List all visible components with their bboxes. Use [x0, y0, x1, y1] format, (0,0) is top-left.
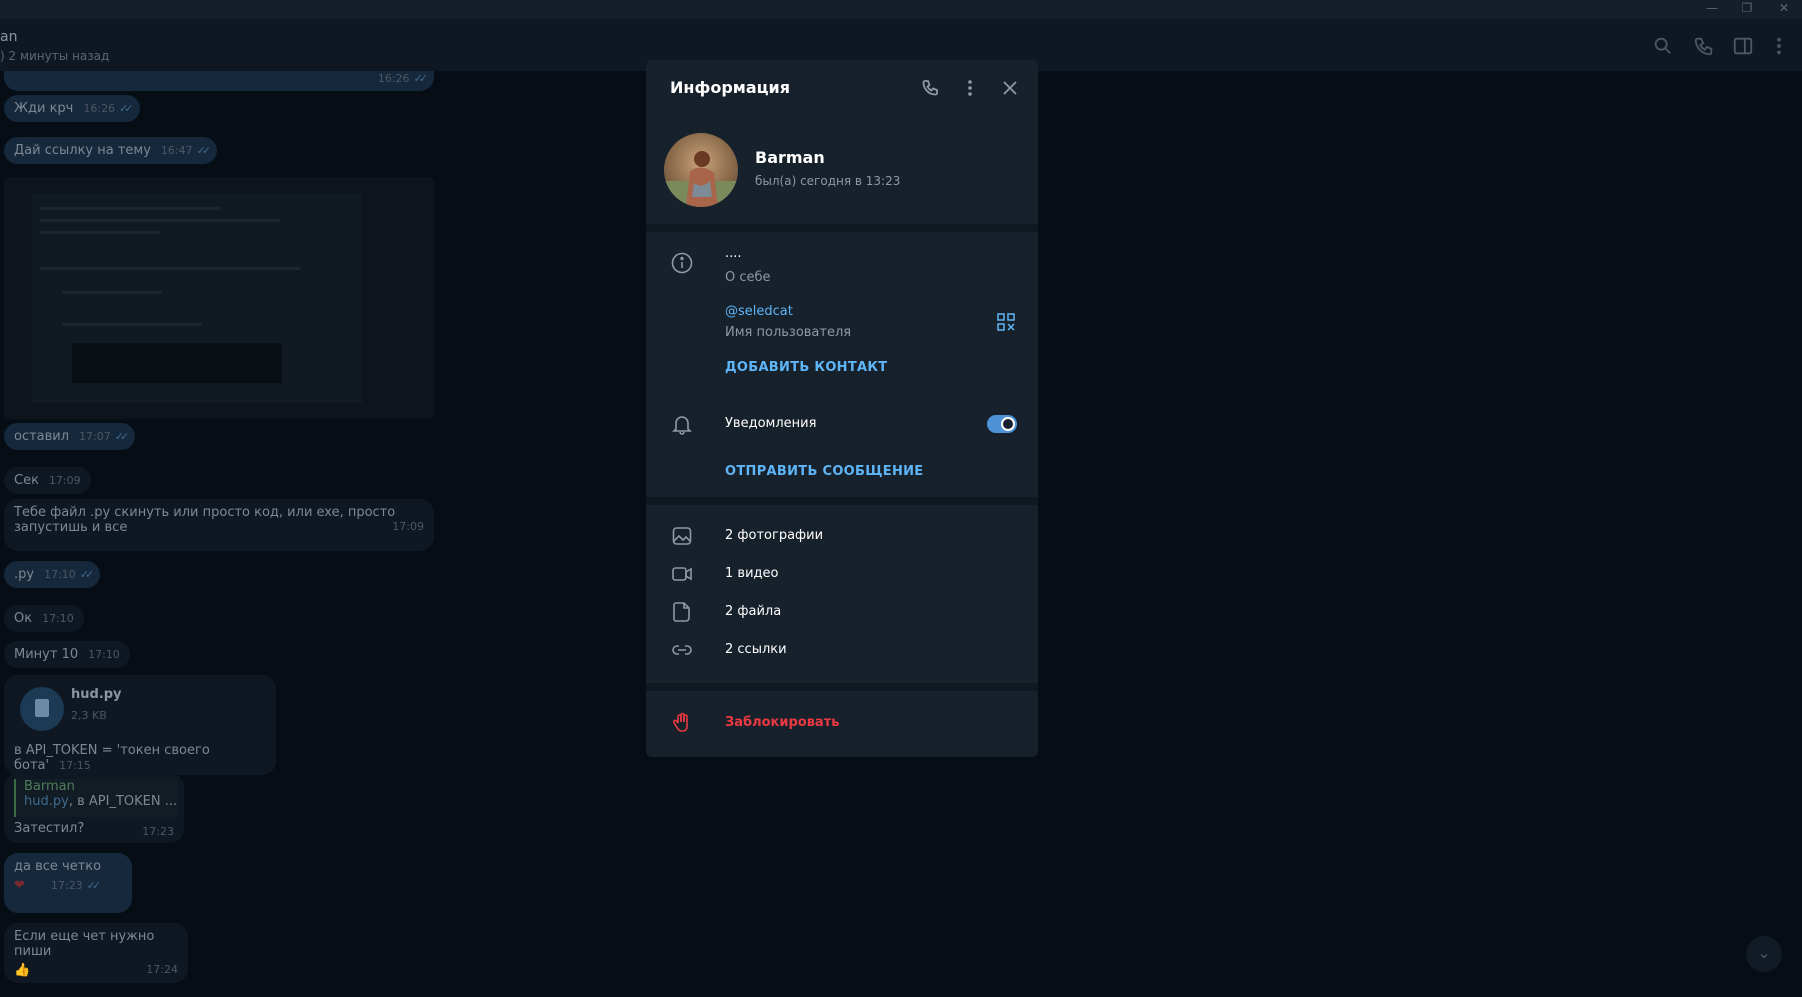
- username-value[interactable]: @seledcat: [725, 304, 793, 319]
- block-hand-icon: [670, 711, 694, 735]
- read-check-icon: ✓✓: [196, 144, 212, 157]
- chat-title[interactable]: an: [0, 29, 17, 45]
- file-icon: [670, 600, 694, 624]
- reaction-thumbs-up[interactable]: 👍: [14, 963, 30, 978]
- message-bubble[interactable]: Дай ссылку на тему 16:47 ✓✓: [4, 137, 218, 164]
- message-text: Если еще чет нужно пиши: [14, 929, 155, 959]
- message-text: запустишь и все: [14, 520, 128, 535]
- message-bubble[interactable]: Если еще чет нужно пиши 👍 17:24: [4, 923, 188, 983]
- message-text: Жди крч: [14, 101, 74, 116]
- message-time: 17:15: [59, 759, 91, 772]
- profile-name: Barman: [755, 148, 825, 167]
- message-time: 17:07: [79, 430, 111, 443]
- message-time: 16:26: [83, 102, 116, 115]
- info-icon: [670, 251, 694, 275]
- section-divider: [646, 683, 1038, 691]
- reaction-heart[interactable]: ❤: [14, 878, 25, 893]
- message-text: Дай ссылку на тему: [14, 143, 151, 158]
- section-divider: [646, 497, 1038, 505]
- message-bubble[interactable]: .py 17:10 ✓✓: [4, 561, 101, 588]
- media-links-row[interactable]: 2 ссылки: [725, 642, 787, 657]
- sidebar-toggle-icon[interactable]: [1732, 35, 1754, 57]
- read-check-icon: ✓✓: [413, 72, 429, 85]
- message-time: 17:24: [146, 963, 178, 976]
- section-divider: [646, 224, 1038, 232]
- media-files-row[interactable]: 2 файла: [725, 604, 781, 619]
- call-button[interactable]: [916, 74, 944, 102]
- photo-icon: [670, 524, 694, 548]
- message-time: 17:09: [392, 520, 424, 533]
- message-text: оставил: [14, 429, 70, 444]
- message-bubble[interactable]: да все четко ❤ 17:23 ✓✓: [4, 853, 132, 913]
- message-bubble[interactable]: Ок 17:10: [4, 605, 84, 632]
- search-icon[interactable]: [1652, 35, 1674, 57]
- scroll-down-button[interactable]: ⌄: [1746, 936, 1782, 972]
- message-bubble[interactable]: 16:26 ✓✓: [4, 71, 434, 91]
- profile-last-seen: был(а) сегодня в 13:23: [755, 174, 901, 188]
- more-vert-icon[interactable]: [956, 74, 984, 102]
- window-titlebar: — ❐ ✕: [0, 0, 1802, 19]
- block-user-button[interactable]: Заблокировать: [725, 715, 839, 730]
- message-time: 17:10: [44, 568, 76, 581]
- file-name: hud.py: [71, 687, 122, 702]
- qr-code-icon[interactable]: [996, 312, 1016, 332]
- bell-icon: [670, 412, 694, 436]
- message-bubble[interactable]: Жди крч 16:26 ✓✓: [4, 95, 140, 122]
- message-time: 17:10: [42, 612, 74, 625]
- read-check-icon: ✓✓: [119, 102, 134, 115]
- message-text: да все четко: [14, 859, 102, 874]
- notifications-toggle[interactable]: [987, 415, 1017, 433]
- phone-icon[interactable]: [1693, 35, 1715, 57]
- message-bubble[interactable]: Сек 17:09: [4, 467, 91, 494]
- message-time: 16:26: [377, 72, 410, 85]
- bio-value[interactable]: ....: [725, 246, 742, 261]
- video-icon: [670, 562, 694, 586]
- message-text: Тебе файл .py скинуть или просто код, ил…: [14, 505, 396, 520]
- bio-label: О себе: [725, 270, 771, 285]
- reply-text: , в API_TOKEN ...: [68, 794, 178, 809]
- chat-status: ) 2 минуты назад: [0, 49, 110, 63]
- reply-message[interactable]: Barman hud.py, в API_TOKEN ... Затестил?…: [4, 773, 184, 843]
- message-text: Ок: [14, 611, 33, 626]
- message-text: в API_TOKEN = 'токен своего бота': [14, 743, 210, 773]
- message-text: Сек: [14, 473, 39, 488]
- media-video-row[interactable]: 1 видео: [725, 566, 778, 581]
- avatar[interactable]: [664, 133, 738, 207]
- dialog-title: Информация: [670, 78, 790, 97]
- notifications-label: Уведомления: [725, 416, 817, 431]
- message-time: 17:09: [48, 474, 81, 487]
- info-dialog: Информация Barman был(а) сегодня в 13:23: [646, 60, 1038, 757]
- restore-icon[interactable]: ❐: [1733, 0, 1761, 19]
- send-message-button[interactable]: ОТПРАВИТЬ СООБЩЕНИЕ: [725, 464, 924, 479]
- reply-file: hud.py: [24, 794, 69, 809]
- message-bubble[interactable]: Тебе файл .py скинуть или просто код, ил…: [4, 499, 434, 551]
- message-time: 17:23: [142, 825, 174, 838]
- message-text: Минут 10: [14, 647, 79, 662]
- message-bubble[interactable]: Минут 10 17:10: [4, 641, 130, 668]
- close-icon[interactable]: [996, 74, 1024, 102]
- close-window-icon[interactable]: ✕: [1770, 0, 1798, 19]
- media-photos-row[interactable]: 2 фотографии: [725, 528, 823, 543]
- reply-author: Barman: [24, 779, 75, 794]
- message-time: 17:23: [50, 879, 83, 892]
- file-size: 2,3 KB: [71, 709, 107, 722]
- link-icon: [670, 638, 694, 662]
- message-text: .py: [14, 567, 35, 582]
- file-message[interactable]: hud.py 2,3 KB в API_TOKEN = 'токен своег…: [4, 675, 276, 775]
- read-check-icon: ✓✓: [79, 568, 95, 581]
- message-time: 17:10: [88, 648, 120, 661]
- read-check-icon: ✓✓: [114, 430, 130, 443]
- message-bubble[interactable]: оставил 17:07 ✓✓: [4, 423, 136, 450]
- add-contact-button[interactable]: ДОБАВИТЬ КОНТАКТ: [725, 360, 887, 375]
- minimize-icon[interactable]: —: [1698, 0, 1726, 19]
- screenshot-image-message[interactable]: [4, 177, 434, 419]
- file-icon[interactable]: [20, 687, 64, 731]
- message-text: Затестил?: [14, 821, 85, 836]
- more-vert-icon[interactable]: [1768, 35, 1790, 57]
- read-check-icon: ✓✓: [86, 879, 102, 892]
- username-label: Имя пользователя: [725, 325, 852, 340]
- reply-quote[interactable]: Barman hud.py, в API_TOKEN ...: [14, 779, 178, 817]
- message-time: 16:47: [160, 144, 193, 157]
